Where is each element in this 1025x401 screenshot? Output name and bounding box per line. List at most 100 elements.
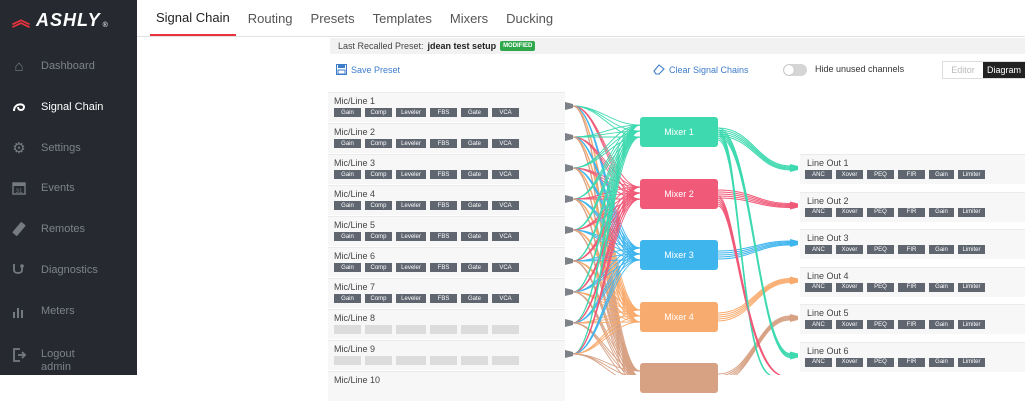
dsp-block-chip[interactable]: Gain <box>929 320 954 329</box>
dsp-block-chip[interactable]: Gain <box>334 139 361 148</box>
dsp-block-chip[interactable]: Limiter <box>958 357 985 367</box>
dsp-block-chip[interactable]: Xover <box>836 245 863 254</box>
dsp-block-chip[interactable]: Gate <box>461 201 488 210</box>
dsp-block-chip[interactable]: FIR <box>898 320 925 329</box>
dsp-block-chip[interactable]: Comp <box>365 232 392 241</box>
dsp-block-chip[interactable]: PEQ <box>867 357 894 367</box>
dsp-block-chip[interactable]: Comp <box>365 263 392 272</box>
dsp-block-chip[interactable]: Gain <box>334 294 361 303</box>
dsp-block-chip[interactable]: FBS <box>430 201 457 210</box>
mixer-node[interactable]: Mixer 4 <box>640 302 718 332</box>
dsp-block-chip[interactable]: Xover <box>836 320 863 329</box>
dsp-block-chip[interactable]: Limiter <box>958 245 985 254</box>
dsp-block-chip[interactable]: VCA <box>492 170 519 179</box>
dsp-block-chip[interactable]: PEQ <box>867 282 894 292</box>
dsp-block-chip[interactable]: Xover <box>836 207 863 217</box>
dsp-block-chip[interactable]: PEQ <box>867 170 894 179</box>
input-channel[interactable]: Mic/Line 1 Gain Comp Leveler FBS Gate VCA <box>328 92 565 122</box>
dsp-block-chip[interactable]: Gate <box>461 294 488 303</box>
input-port-connector <box>565 133 573 141</box>
dsp-block-chip[interactable]: Xover <box>836 282 863 292</box>
dsp-block-chip[interactable]: Gain <box>334 232 361 241</box>
dsp-block-chip[interactable]: Gain <box>929 357 954 367</box>
dsp-block-chip[interactable]: Gain <box>929 245 954 254</box>
dsp-block-chip[interactable]: PEQ <box>867 207 894 217</box>
dsp-block-chip[interactable]: FIR <box>898 357 925 367</box>
dsp-block-chip[interactable]: Gate <box>461 232 488 241</box>
dsp-block-chip[interactable]: Limiter <box>958 207 985 217</box>
dsp-block-chip[interactable]: VCA <box>492 201 519 210</box>
dsp-block-chip[interactable]: Xover <box>836 170 863 179</box>
dsp-block-chip[interactable]: FBS <box>430 263 457 272</box>
output-channel[interactable]: Line Out 3 ANC Xover PEQ FIR Gain Limiter <box>800 229 1025 259</box>
dsp-block-chip[interactable]: ANC <box>805 245 832 254</box>
input-channel[interactable]: Mic/Line 10 <box>328 371 565 401</box>
dsp-block-chip[interactable]: Leveler <box>396 263 426 272</box>
dsp-block-chip[interactable]: ANC <box>805 170 832 179</box>
dsp-block-chip[interactable]: Comp <box>365 294 392 303</box>
dsp-block-chip[interactable]: Comp <box>365 201 392 210</box>
dsp-block-chip[interactable]: VCA <box>492 232 519 241</box>
dsp-block-chip[interactable]: PEQ <box>867 245 894 254</box>
dsp-block-chip[interactable]: VCA <box>492 263 519 272</box>
dsp-block-chip[interactable]: ANC <box>805 282 832 292</box>
dsp-block-chip[interactable]: VCA <box>492 108 519 117</box>
mixer-node[interactable]: Mixer 3 <box>640 240 718 270</box>
dsp-block-chip[interactable]: Comp <box>365 108 392 117</box>
input-channel[interactable]: Mic/Line 5 Gain Comp Leveler FBS Gate VCA <box>328 216 565 246</box>
dsp-block-chip[interactable]: FBS <box>430 108 457 117</box>
input-channel[interactable]: Mic/Line 2 Gain Comp Leveler FBS Gate VCA <box>328 123 565 153</box>
input-channel[interactable]: Mic/Line 7 Gain Comp Leveler FBS Gate VCA <box>328 278 565 308</box>
dsp-block-chip[interactable]: Leveler <box>396 232 426 241</box>
output-channel[interactable]: Line Out 1 ANC Xover PEQ FIR Gain Limiter <box>800 154 1025 184</box>
input-channel[interactable]: Mic/Line 3 Gain Comp Leveler FBS Gate VCA <box>328 154 565 184</box>
dsp-block-chip[interactable]: Gain <box>334 263 361 272</box>
dsp-block-chip[interactable]: Leveler <box>396 139 426 148</box>
dsp-block-chip[interactable]: FIR <box>898 207 925 217</box>
input-channel[interactable]: Mic/Line 6 Gain Comp Leveler FBS Gate VCA <box>328 247 565 277</box>
input-channel[interactable]: Mic/Line 9 <box>328 340 565 370</box>
dsp-block-chip[interactable]: FBS <box>430 294 457 303</box>
dsp-block-chip[interactable]: FIR <box>898 282 925 292</box>
dsp-block-chip[interactable]: Leveler <box>396 108 426 117</box>
output-channel[interactable]: Line Out 6 ANC Xover PEQ FIR Gain Limiter <box>800 341 1025 372</box>
dsp-block-chip[interactable]: VCA <box>492 294 519 303</box>
dsp-block-chip[interactable]: Gate <box>461 170 488 179</box>
mixer-node[interactable] <box>640 363 718 393</box>
dsp-block-chip[interactable]: Gain <box>929 207 954 217</box>
output-channel[interactable]: Line Out 4 ANC Xover PEQ FIR Gain Limiter <box>800 266 1025 297</box>
dsp-block-chip[interactable]: Gate <box>461 108 488 117</box>
dsp-block-chip[interactable]: Comp <box>365 139 392 148</box>
dsp-block-chip[interactable]: Leveler <box>396 170 426 179</box>
dsp-block-chip[interactable]: ANC <box>805 320 832 329</box>
dsp-block-chip[interactable]: Leveler <box>396 201 426 210</box>
dsp-block-chip[interactable]: FIR <box>898 170 925 179</box>
dsp-block-chip[interactable]: FIR <box>898 245 925 254</box>
dsp-block-chip[interactable]: Comp <box>365 170 392 179</box>
dsp-block-chip[interactable]: Limiter <box>958 320 985 329</box>
dsp-block-chip[interactable]: Gain <box>334 170 361 179</box>
dsp-block-chip[interactable]: Limiter <box>958 282 985 292</box>
dsp-block-chip[interactable]: Gate <box>461 139 488 148</box>
dsp-block-chip[interactable]: PEQ <box>867 320 894 329</box>
dsp-block-chip[interactable]: FBS <box>430 232 457 241</box>
dsp-block-chip[interactable]: Gain <box>334 201 361 210</box>
dsp-block-chip[interactable]: Gate <box>461 263 488 272</box>
output-channel[interactable]: Line Out 2 ANC Xover PEQ FIR Gain Limiter <box>800 191 1025 222</box>
dsp-block-chip[interactable]: ANC <box>805 357 832 367</box>
dsp-block-chip[interactable]: Gain <box>334 108 361 117</box>
dsp-block-chip[interactable]: Limiter <box>958 170 985 179</box>
dsp-block-chip[interactable]: Gain <box>929 282 954 292</box>
mixer-node[interactable]: Mixer 2 <box>640 179 718 209</box>
dsp-block-chip[interactable]: Gain <box>929 170 954 179</box>
dsp-block-chip[interactable]: FBS <box>430 170 457 179</box>
mixer-node[interactable]: Mixer 1 <box>640 117 718 147</box>
dsp-block-chip[interactable]: Leveler <box>396 294 426 303</box>
input-channel[interactable]: Mic/Line 4 Gain Comp Leveler FBS Gate VCA <box>328 185 565 215</box>
dsp-block-chip[interactable]: FBS <box>430 139 457 148</box>
dsp-block-chip[interactable]: ANC <box>805 207 832 217</box>
output-channel[interactable]: Line Out 5 ANC Xover PEQ FIR Gain Limiter <box>800 304 1025 334</box>
dsp-block-chip[interactable]: VCA <box>492 139 519 148</box>
input-channel[interactable]: Mic/Line 8 <box>328 309 565 339</box>
dsp-block-chip[interactable]: Xover <box>836 357 863 367</box>
